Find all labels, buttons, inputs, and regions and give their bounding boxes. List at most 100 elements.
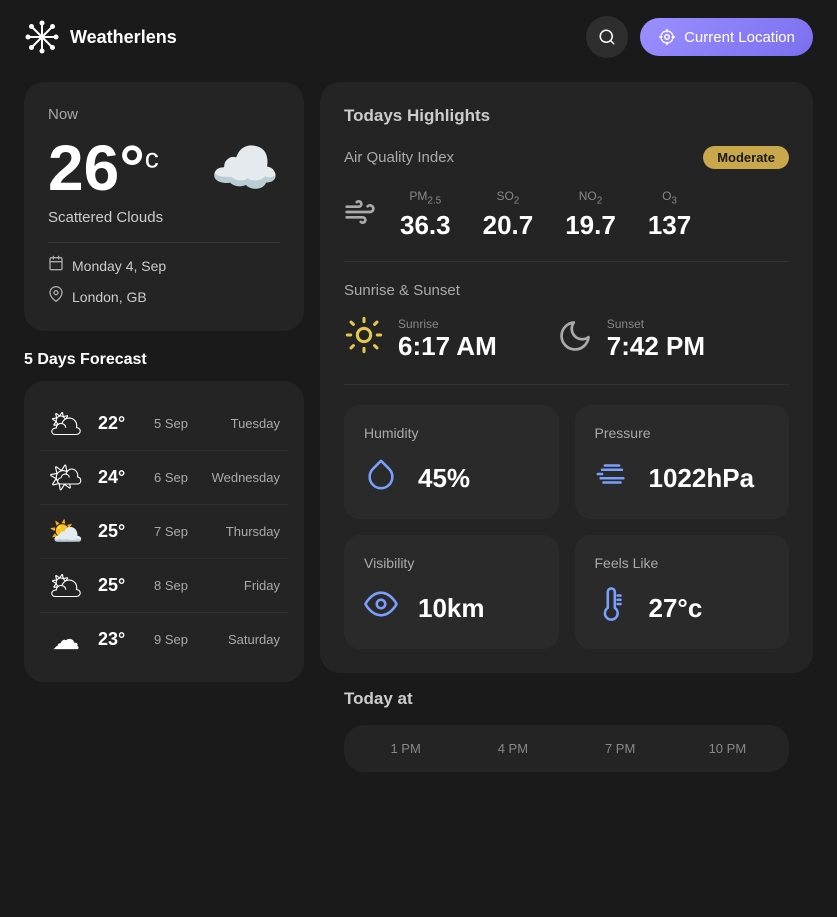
hour-time-3: 7 PM — [575, 741, 666, 756]
visibility-value: 10km — [418, 593, 485, 624]
temperature-display: 26°c — [48, 136, 159, 200]
sunrise-icon — [344, 315, 384, 364]
forecast-icon-2: 🌤 — [48, 461, 84, 494]
so2-value: 20.7 — [483, 210, 534, 241]
feels-like-content: 27°c — [595, 587, 770, 629]
forecast-date-2: 6 Sep — [154, 470, 188, 485]
feels-like-icon — [595, 587, 629, 629]
highlights-divider-2 — [344, 384, 789, 385]
logo-area: Weatherlens — [24, 19, 177, 55]
forecast-day-5: Saturday — [200, 632, 280, 647]
o3-label: O3 — [648, 189, 691, 206]
no2-label: NO2 — [565, 189, 616, 206]
temp-row: 26°c ☁️ — [48, 135, 280, 201]
pressure-label: Pressure — [595, 425, 770, 441]
humidity-content: 45% — [364, 457, 539, 499]
sunset-icon — [557, 318, 593, 362]
hour-7pm: 7 PM — [575, 741, 666, 756]
date-row: Monday 4, Sep — [48, 255, 280, 276]
no2-value: 19.7 — [565, 210, 616, 241]
feels-like-card: Feels Like 27°c — [575, 535, 790, 649]
forecast-temp-3: 25° — [98, 521, 148, 542]
header-right: Current Location — [586, 16, 813, 58]
sun-row: Sunrise 6:17 AM Sunset 7:42 PM — [344, 315, 789, 364]
weather-icon-large: ☁️ — [210, 135, 280, 201]
o3-value: 137 — [648, 210, 691, 241]
sunrise-label: Sunrise — [398, 317, 497, 331]
sunrise-info: Sunrise 6:17 AM — [398, 317, 497, 362]
highlights-title: Todays Highlights — [344, 106, 789, 126]
hour-time-1: 1 PM — [360, 741, 451, 756]
calendar-icon — [48, 255, 64, 276]
temp-number: 26° — [48, 132, 145, 204]
main-content: Now 26°c ☁️ Scattered Clouds Monday 4, S… — [0, 74, 837, 804]
forecast-temp-1: 22° — [98, 413, 148, 434]
today-hours: 1 PM 4 PM 7 PM 10 PM — [344, 725, 789, 772]
weather-condition: Scattered Clouds — [48, 209, 280, 226]
forecast-date-4: 8 Sep — [154, 578, 188, 593]
forecast-icon-1: 🌥 — [48, 407, 84, 440]
forecast-item-3: ⛅ 25° 7 Sep Thursday — [40, 505, 288, 559]
highlights-card: Todays Highlights Air Quality Index Mode… — [320, 82, 813, 673]
search-button[interactable] — [586, 16, 628, 58]
aqi-badge: Moderate — [703, 146, 789, 169]
logo-icon — [24, 19, 60, 55]
forecast-item-2: 🌤 24° 6 Sep Wednesday — [40, 451, 288, 505]
current-location-button[interactable]: Current Location — [640, 18, 813, 56]
forecast-day-4: Friday — [200, 578, 280, 593]
date-text: Monday 4, Sep — [72, 258, 166, 274]
sun-section: Sunrise & Sunset — [344, 282, 789, 364]
pressure-icon — [595, 457, 629, 499]
pressure-card: Pressure 1022hPa — [575, 405, 790, 519]
sun-label: Sunrise & Sunset — [344, 282, 789, 299]
sunset-time: 7:42 PM — [607, 331, 705, 362]
aqi-so2: SO2 20.7 — [483, 189, 534, 241]
sunset-item: Sunset 7:42 PM — [557, 315, 705, 364]
visibility-label: Visibility — [364, 555, 539, 571]
aqi-row: PM2.5 36.3 SO2 20.7 NO2 19.7 O3 137 — [344, 189, 789, 241]
location-row: London, GB — [48, 286, 280, 307]
forecast-date-1: 5 Sep — [154, 416, 188, 431]
right-panel: Todays Highlights Air Quality Index Mode… — [320, 82, 813, 780]
forecast-date-5: 9 Sep — [154, 632, 188, 647]
location-icon — [658, 28, 676, 46]
aqi-pm25: PM2.5 36.3 — [400, 189, 451, 241]
forecast-day-3: Thursday — [200, 524, 280, 539]
humidity-value: 45% — [418, 463, 470, 494]
sunset-info: Sunset 7:42 PM — [607, 317, 705, 362]
pm25-label: PM2.5 — [400, 189, 451, 206]
forecast-item-4: 🌥 25° 8 Sep Friday — [40, 559, 288, 613]
humidity-icon — [364, 457, 398, 499]
aqi-metrics: PM2.5 36.3 SO2 20.7 NO2 19.7 O3 137 — [400, 189, 691, 241]
hour-time-4: 10 PM — [682, 741, 773, 756]
so2-label: SO2 — [483, 189, 534, 206]
forecast-item-5: ☁ 23° 9 Sep Saturday — [40, 613, 288, 666]
location-text: London, GB — [72, 289, 147, 305]
forecast-icon-4: 🌥 — [48, 569, 84, 602]
now-label: Now — [48, 106, 280, 123]
header: Weatherlens Current Location — [0, 0, 837, 74]
visibility-content: 10km — [364, 587, 539, 629]
feels-like-value: 27°c — [649, 593, 703, 624]
visibility-icon — [364, 587, 398, 629]
feels-like-label: Feels Like — [595, 555, 770, 571]
hour-10pm: 10 PM — [682, 741, 773, 756]
aqi-o3: O3 137 — [648, 189, 691, 241]
forecast-title: 5 Days Forecast — [24, 351, 304, 369]
forecast-temp-4: 25° — [98, 575, 148, 596]
humidity-card: Humidity 45% — [344, 405, 559, 519]
temp-unit: c — [145, 143, 159, 174]
stats-grid: Humidity 45% Pressure — [344, 405, 789, 649]
forecast-temp-5: 23° — [98, 629, 148, 650]
forecast-icon-3: ⛅ — [48, 515, 84, 548]
forecast-icon-5: ☁ — [48, 623, 84, 656]
pressure-content: 1022hPa — [595, 457, 770, 499]
sunrise-item: Sunrise 6:17 AM — [344, 315, 497, 364]
forecast-day-2: Wednesday — [200, 470, 280, 485]
pressure-value: 1022hPa — [649, 463, 755, 494]
forecast-temp-2: 24° — [98, 467, 148, 488]
visibility-card: Visibility 10km — [344, 535, 559, 649]
divider — [48, 242, 280, 243]
temperature-value: 26°c — [48, 132, 159, 204]
forecast-date-3: 7 Sep — [154, 524, 188, 539]
